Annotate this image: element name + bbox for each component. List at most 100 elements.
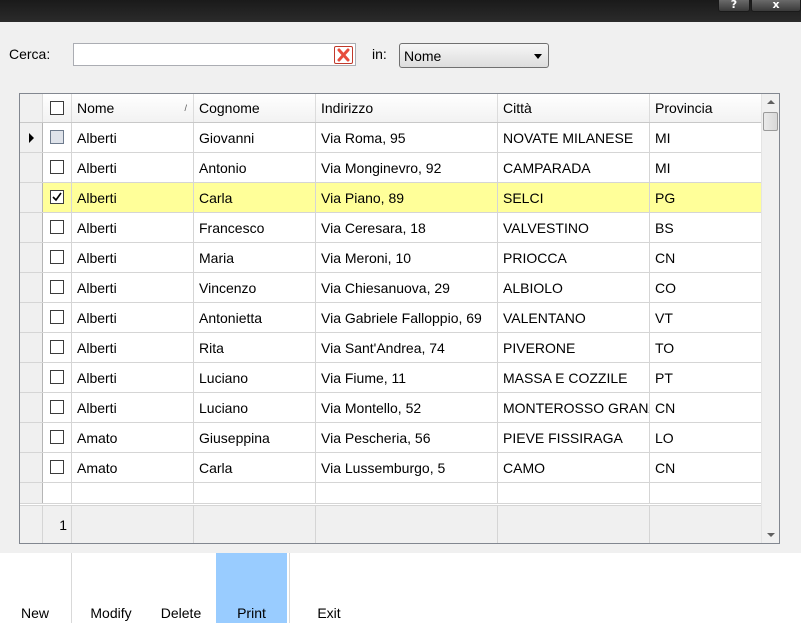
column-header-citta[interactable]: Città (498, 94, 650, 122)
row-checkbox-cell[interactable] (43, 153, 72, 182)
row-checkbox[interactable] (50, 280, 64, 294)
cell-indirizzo[interactable]: Via Piano, 89 (316, 183, 498, 212)
column-header-provincia[interactable]: Provincia (650, 94, 762, 122)
cell-indirizzo[interactable]: Via Chiesanuova, 29 (316, 273, 498, 302)
row-checkbox[interactable] (50, 430, 64, 444)
cell-citta[interactable]: VALVESTINO (498, 213, 650, 242)
table-row[interactable]: Alberti Antonio Via Monginevro, 92 CAMPARAD… (20, 153, 762, 183)
scroll-thumb[interactable] (763, 112, 778, 131)
modify-button[interactable]: Modify (78, 553, 144, 623)
cell-cognome[interactable]: Antonietta (194, 303, 316, 332)
cell-provincia[interactable]: PT (650, 363, 762, 392)
cell-provincia[interactable]: CN (650, 243, 762, 272)
row-indicator[interactable] (20, 453, 43, 482)
table-row[interactable]: Alberti Vincenzo Via Chiesanuova, 29 ALBIOL… (20, 273, 762, 303)
row-checkbox-cell[interactable] (43, 453, 72, 482)
table-row[interactable]: Alberti Carla Via Piano, 89 SELCI PG (20, 183, 762, 213)
cell-nome[interactable]: Alberti (72, 153, 194, 182)
cell-provincia[interactable]: MI (650, 153, 762, 182)
cell-indirizzo[interactable]: Via Montello, 52 (316, 393, 498, 422)
row-indicator[interactable] (20, 393, 43, 422)
cell-citta[interactable]: VALENTANO (498, 303, 650, 332)
row-checkbox[interactable] (50, 400, 64, 414)
row-indicator[interactable] (20, 183, 43, 212)
row-checkbox[interactable] (50, 460, 64, 474)
row-checkbox[interactable] (50, 130, 64, 144)
cell-citta[interactable]: PIEVE FISSIRAGA (498, 423, 650, 452)
cell-cognome[interactable]: Rita (194, 333, 316, 362)
row-checkbox[interactable] (50, 340, 64, 354)
cell-indirizzo[interactable]: Via Fiume, 11 (316, 363, 498, 392)
row-checkbox-cell[interactable] (43, 183, 72, 212)
row-checkbox-cell[interactable] (43, 213, 72, 242)
cell-nome[interactable]: Amato (72, 423, 194, 452)
cell-nome[interactable]: Alberti (72, 393, 194, 422)
print-button[interactable]: Print (216, 553, 287, 623)
scroll-up-icon[interactable] (767, 100, 775, 104)
cell-indirizzo[interactable]: Via Lussemburgo, 5 (316, 453, 498, 482)
new-button[interactable]: New (0, 553, 70, 623)
cell-nome[interactable]: Alberti (72, 123, 194, 152)
cell-provincia[interactable]: TO (650, 333, 762, 362)
column-header-indirizzo[interactable]: Indirizzo (316, 94, 498, 122)
cell-citta[interactable]: PIVERONE (498, 333, 650, 362)
row-checkbox[interactable] (50, 220, 64, 234)
row-checkbox[interactable] (50, 370, 64, 384)
cell-cognome[interactable]: Vincenzo (194, 273, 316, 302)
column-header-cognome[interactable]: Cognome (194, 94, 316, 122)
row-checkbox[interactable] (50, 310, 64, 324)
cell-indirizzo[interactable]: Via Monginevro, 92 (316, 153, 498, 182)
cell-nome[interactable]: Alberti (72, 363, 194, 392)
cell-provincia[interactable]: PG (650, 183, 762, 212)
cell-indirizzo[interactable]: Via Ceresara, 18 (316, 213, 498, 242)
cell-cognome[interactable]: Maria (194, 243, 316, 272)
cell-provincia[interactable]: CN (650, 393, 762, 422)
row-indicator[interactable] (20, 333, 43, 362)
cell-citta[interactable]: CAMO (498, 453, 650, 482)
cell-indirizzo[interactable]: Via Sant'Andrea, 74 (316, 333, 498, 362)
cell-nome[interactable]: Alberti (72, 333, 194, 362)
cell-citta[interactable]: SELCI (498, 183, 650, 212)
search-input[interactable] (73, 43, 356, 66)
cell-citta[interactable]: MASSA E COZZILE (498, 363, 650, 392)
data-grid[interactable]: Nome / Cognome Indirizzo Città Provincia… (19, 93, 780, 544)
column-header-nome[interactable]: Nome / (72, 94, 194, 122)
table-row[interactable]: Alberti Rita Via Sant'Andrea, 74 PIVERONE TO (20, 333, 762, 363)
cell-indirizzo[interactable]: Via Gabriele Falloppio, 69 (316, 303, 498, 332)
row-indicator[interactable] (20, 153, 43, 182)
cell-provincia[interactable]: CO (650, 273, 762, 302)
row-indicator[interactable] (20, 213, 43, 242)
cell-cognome[interactable]: Luciano (194, 393, 316, 422)
cell-indirizzo[interactable]: Via Pescheria, 56 (316, 423, 498, 452)
cell-nome[interactable]: Alberti (72, 273, 194, 302)
help-button[interactable]: ? (718, 0, 750, 12)
cell-citta[interactable]: PRIOCCA (498, 243, 650, 272)
row-checkbox-cell[interactable] (43, 303, 72, 332)
table-row[interactable]: Alberti Antonietta Via Gabriele Falloppio,… (20, 303, 762, 333)
cell-citta[interactable]: CAMPARADA (498, 153, 650, 182)
cell-citta[interactable]: NOVATE MILANESE (498, 123, 650, 152)
row-indicator[interactable] (20, 363, 43, 392)
row-checkbox-cell[interactable] (43, 243, 72, 272)
scroll-down-icon[interactable] (767, 533, 775, 537)
cell-nome[interactable]: Alberti (72, 183, 194, 212)
new-row[interactable] (20, 483, 762, 504)
table-row[interactable]: Alberti Maria Via Meroni, 10 PRIOCCA CN (20, 243, 762, 273)
table-row[interactable]: Alberti Francesco Via Ceresara, 18 VALVESTI… (20, 213, 762, 243)
row-checkbox-cell[interactable] (43, 363, 72, 392)
row-checkbox-cell[interactable] (43, 423, 72, 452)
header-checkbox-cell[interactable] (43, 94, 72, 122)
cell-cognome[interactable]: Francesco (194, 213, 316, 242)
cell-cognome[interactable]: Carla (194, 453, 316, 482)
cell-nome[interactable]: Alberti (72, 243, 194, 272)
cell-provincia[interactable]: BS (650, 213, 762, 242)
row-indicator[interactable] (20, 273, 43, 302)
row-indicator[interactable] (20, 303, 43, 332)
row-indicator[interactable] (20, 423, 43, 452)
close-button[interactable]: x (751, 0, 801, 12)
cell-citta[interactable]: ALBIOLO (498, 273, 650, 302)
row-checkbox[interactable] (50, 160, 64, 174)
vertical-scrollbar[interactable] (761, 94, 779, 543)
cell-citta[interactable]: MONTEROSSO GRANA (498, 393, 650, 422)
cell-provincia[interactable]: CN (650, 453, 762, 482)
